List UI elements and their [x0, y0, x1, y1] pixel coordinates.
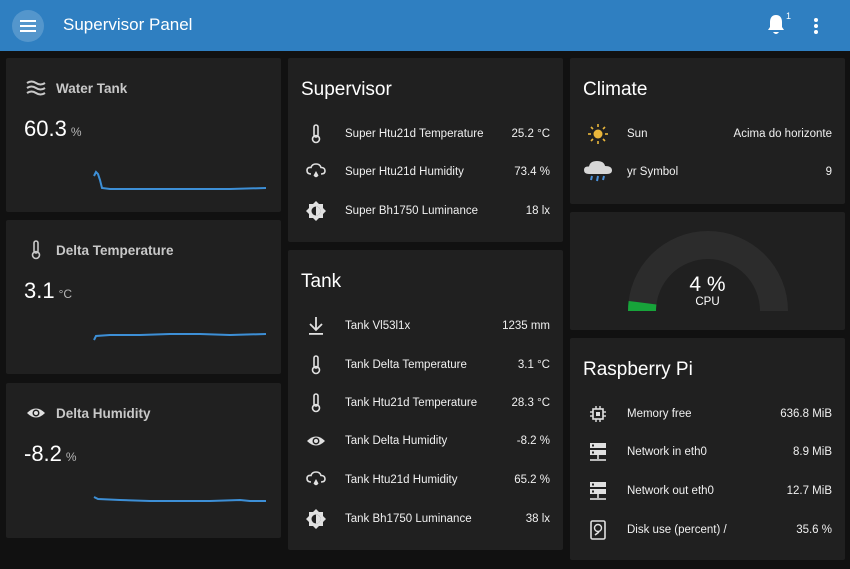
entity-value: 636.8 MiB — [780, 408, 832, 420]
entity-row[interactable]: yr Symbol 9 — [583, 160, 832, 184]
thermometer-icon — [24, 240, 48, 260]
entity-label: Tank Delta Humidity — [345, 435, 448, 447]
bell-icon — [768, 15, 784, 34]
entity-row[interactable]: Sun Acima do horizonte — [583, 122, 832, 146]
entity-row[interactable]: Super Bh1750 Luminance 18 lx — [301, 199, 550, 223]
sensor-card-delta-humidity[interactable]: Delta Humidity -8.2 % — [6, 383, 281, 538]
sensor-name: Delta Humidity — [56, 405, 151, 421]
sensor-name: Delta Temperature — [56, 242, 174, 258]
sparkline-graph — [93, 170, 266, 190]
sparkline-graph — [93, 496, 266, 502]
thermometer-icon — [301, 391, 331, 415]
rain-cloud-icon — [583, 160, 613, 184]
entity-row[interactable]: Super Htu21d Temperature 25.2 °C — [301, 122, 550, 146]
entity-value: 38 lx — [525, 513, 550, 525]
entity-label: Tank Htu21d Humidity — [345, 474, 458, 486]
entity-label: Memory free — [627, 408, 692, 420]
dots-vertical-icon — [814, 18, 818, 34]
cpu-gauge-card[interactable]: 4 % CPU — [570, 212, 845, 330]
sensor-unit: % — [65, 450, 77, 464]
more-options-button[interactable] — [806, 14, 826, 38]
raspberry-pi-card: Raspberry Pi Memory free 636.8 MiB Netwo… — [570, 338, 845, 560]
entity-label: Super Htu21d Humidity — [345, 166, 464, 178]
entity-value: 65.2 % — [514, 474, 550, 486]
entity-row[interactable]: Tank Delta Humidity -8.2 % — [301, 429, 550, 453]
arrow-collapse-down-icon — [301, 314, 331, 338]
entity-label: Tank Htu21d Temperature — [345, 397, 478, 409]
entity-row[interactable]: Tank Htu21d Humidity 65.2 % — [301, 468, 550, 492]
entity-label: Tank Delta Temperature — [345, 359, 467, 371]
entity-row[interactable]: Super Htu21d Humidity 73.4 % — [301, 160, 550, 184]
entity-value: 1235 mm — [502, 320, 550, 332]
eye-icon — [301, 429, 331, 453]
sensor-name: Water Tank — [56, 80, 128, 96]
entity-value: 8.9 MiB — [793, 446, 832, 458]
entity-value: 35.6 % — [796, 524, 832, 536]
sparkline-graph — [93, 333, 266, 341]
entity-label: Sun — [627, 128, 648, 140]
page-title: Supervisor Panel — [63, 15, 193, 34]
sensor-unit: °C — [58, 287, 73, 301]
sensor-card-delta-temperature[interactable]: Delta Temperature 3.1 °C — [6, 220, 281, 374]
climate-card: Climate Sun Acima do horizonte yr Symbol — [570, 58, 845, 204]
cloud-water-icon — [301, 160, 331, 184]
entity-value: 25.2 °C — [511, 128, 550, 140]
sensor-value: -8.2 — [24, 441, 62, 466]
sun-icon — [583, 122, 613, 146]
harddisk-icon — [583, 518, 613, 542]
entity-value: -8.2 % — [516, 435, 550, 447]
entity-label: Network out eth0 — [627, 485, 714, 497]
thermometer-icon — [301, 353, 331, 377]
tank-card: Tank Tank Vl53l1x 1235 mm Tank Delta Tem… — [288, 250, 563, 550]
menu-button[interactable] — [12, 10, 44, 42]
gauge — [628, 231, 788, 311]
sensor-unit: % — [70, 125, 82, 139]
notification-badge: 1 — [786, 11, 792, 21]
card-title: Tank — [301, 271, 342, 292]
entity-value: 12.7 MiB — [786, 485, 832, 497]
brightness-icon — [301, 199, 331, 223]
gauge-value: 4 % — [689, 273, 726, 296]
entity-value: 18 lx — [525, 205, 550, 217]
entity-label: yr Symbol — [627, 166, 679, 178]
entity-row[interactable]: Tank Bh1750 Luminance 38 lx — [301, 507, 550, 531]
cloud-water-icon — [301, 468, 331, 492]
entity-label: Tank Bh1750 Luminance — [345, 513, 472, 525]
chip-icon — [583, 402, 613, 426]
entity-row[interactable]: Disk use (percent) / 35.6 % — [583, 518, 832, 542]
entity-value: Acima do horizonte — [733, 128, 832, 140]
hamburger-icon — [20, 20, 36, 32]
card-title: Raspberry Pi — [583, 359, 693, 380]
entity-label: Tank Vl53l1x — [345, 320, 411, 332]
entity-label: Disk use (percent) / — [627, 524, 727, 536]
entity-row[interactable]: Network in eth0 8.9 MiB — [583, 440, 832, 464]
sensor-value: 60.3 — [24, 116, 67, 141]
entity-row[interactable]: Network out eth0 12.7 MiB — [583, 479, 832, 503]
thermometer-icon — [301, 122, 331, 146]
entity-label: Super Htu21d Temperature — [345, 128, 484, 140]
entity-row[interactable]: Memory free 636.8 MiB — [583, 402, 832, 426]
card-title: Climate — [583, 79, 648, 100]
entity-label: Network in eth0 — [627, 446, 707, 458]
entity-row[interactable]: Tank Delta Temperature 3.1 °C — [301, 353, 550, 377]
brightness-icon — [301, 507, 331, 531]
entity-value: 3.1 °C — [517, 359, 550, 371]
entity-value: 28.3 °C — [511, 397, 550, 409]
entity-value: 73.4 % — [514, 166, 550, 178]
sensor-value: 3.1 — [24, 278, 55, 303]
app-toolbar: Supervisor Panel 1 — [0, 0, 850, 51]
entity-row[interactable]: Tank Vl53l1x 1235 mm — [301, 314, 550, 338]
supervisor-card: Supervisor Super Htu21d Temperature 25.2… — [288, 58, 563, 242]
waves-icon — [24, 78, 48, 98]
entity-label: Super Bh1750 Luminance — [345, 205, 478, 217]
eye-icon — [24, 403, 48, 423]
entity-value: 9 — [825, 166, 832, 178]
card-title: Supervisor — [301, 79, 392, 100]
entity-row[interactable]: Tank Htu21d Temperature 28.3 °C — [301, 391, 550, 415]
server-network-icon — [583, 440, 613, 464]
sensor-card-water-tank[interactable]: Water Tank 60.3 % — [6, 58, 281, 212]
server-network-icon — [583, 479, 613, 503]
gauge-label: CPU — [695, 296, 720, 308]
